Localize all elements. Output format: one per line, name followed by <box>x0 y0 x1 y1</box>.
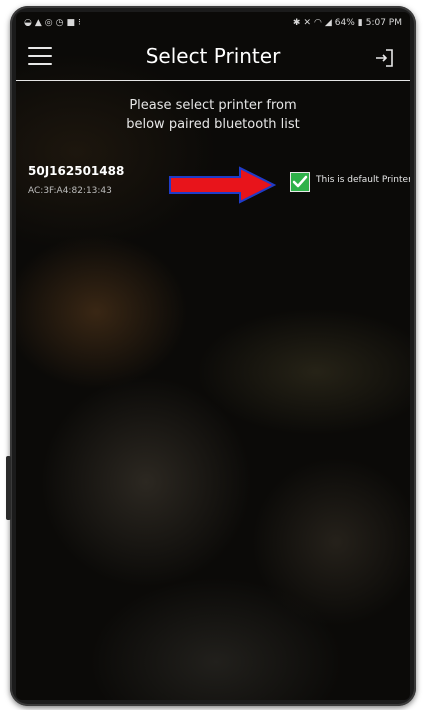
battery-percent: 64% <box>334 18 355 28</box>
printer-list-item[interactable]: 50J162501488 AC:3F:A4:82:13:43 This is d… <box>16 160 410 204</box>
status-bar: ◒ ▲ ◎ ◷ ■ ⁝ ✱ ✕ ◠ ◢ 64% ▮ 5:07 PM <box>16 12 410 34</box>
login-icon[interactable] <box>372 46 396 70</box>
messenger-icon: ◎ <box>44 17 53 28</box>
status-icons-left: ◒ ▲ ◎ ◷ ■ ⁝ <box>24 17 81 28</box>
instruction-line-1: Please select printer from <box>129 98 297 113</box>
default-printer-label: This is default Printer <box>316 175 410 185</box>
status-icons-right: ✱ ✕ ◠ ◢ 64% ▮ 5:07 PM <box>293 18 402 28</box>
printer-name: 50J162501488 <box>28 164 125 178</box>
battery-icon: ▮ <box>357 17 363 28</box>
wifi-icon: ◠ <box>313 17 322 28</box>
timer-icon: ◷ <box>55 17 64 28</box>
checkmark-icon <box>292 175 308 188</box>
image-icon: ■ <box>66 17 76 28</box>
status-time: 5:07 PM <box>365 18 402 28</box>
bluetooth-icon: ✱ <box>292 17 301 28</box>
app-bar: Select Printer <box>16 34 410 81</box>
red-arrow-annotation <box>169 166 276 204</box>
page-title: Select Printer <box>145 44 281 68</box>
signal-icon: ◢ <box>324 17 332 28</box>
pin-icon: ◒ <box>24 17 32 28</box>
notification-icon: ⁝ <box>78 17 81 28</box>
printer-mac-address: AC:3F:A4:82:13:43 <box>28 186 112 196</box>
mute-icon: ✕ <box>303 17 311 28</box>
phone-side-button <box>6 456 11 520</box>
instruction-line-2: below paired bluetooth list <box>126 117 300 132</box>
app-screen: ◒ ▲ ◎ ◷ ■ ⁝ ✱ ✕ ◠ ◢ 64% ▮ 5:07 PM Select… <box>16 12 410 700</box>
warning-icon: ▲ <box>34 17 42 28</box>
default-printer-checkbox[interactable] <box>290 172 310 192</box>
